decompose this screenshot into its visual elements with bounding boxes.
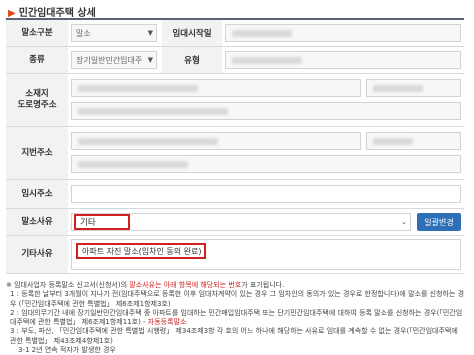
row-kind: 종류 장기일반민간임대주 ▼ 유형 [6,47,464,74]
label-lot-address: 지번주소 [6,127,68,179]
label-road-address: 소재지 도로명주소 [6,74,68,126]
kind-select[interactable]: 장기일반민간임대주 ▼ [71,51,157,69]
note-line: 1 : 등록한 날부터 3개월이 지나기 전(임대주택으로 등록한 이후 임대차… [10,290,465,308]
temp-address-field[interactable] [71,185,461,203]
label-temp-address: 임시주소 [6,180,68,208]
row-other-reason: 기타사유 아파트 자진 말소(임차인 동의 완료) [6,236,464,274]
page-title: ▶ 민간임대주택 상세 [8,4,96,19]
note-line: 2 : 임대의무기간 내에 장기일반민간임대주택 중 아파트를 임대하는 민간매… [10,308,463,327]
label-house-type: 유형 [162,47,222,73]
lot-address-extra-field[interactable] [71,155,461,173]
notes-section: ※ 임대사업자 등록말소 신고서(신청서)의 말소사유는 아래 항목에 해당되는… [6,281,466,355]
redacted-value [373,138,413,145]
redacted-value [232,57,302,64]
label-rental-start: 임대시작일 [162,20,222,46]
chevron-down-icon: ▼ [147,29,153,37]
label-cancel-type: 말소구분 [6,20,68,46]
redacted-value [78,85,198,92]
road-address-field[interactable] [71,79,361,97]
chevron-down-icon: ▼ [147,56,153,64]
redacted-value [232,30,292,37]
row-reason: 말소사유 기타 ⌄ 일괄변경 [6,209,464,236]
detail-panel: 말소구분 말소 ▼ 임대시작일 종류 장기일반민간임대주 ▼ 유형 소재지 도로… [6,18,464,274]
row-road-address: 소재지 도로명주소 [6,74,464,127]
reason-select[interactable]: 기타 ⌄ [71,213,411,231]
label-kind: 종류 [6,47,68,73]
reason-value: 기타 [74,214,130,230]
bulk-change-button[interactable]: 일괄변경 [417,213,461,231]
rental-start-field[interactable] [225,24,461,42]
cancel-type-value: 말소 [76,28,91,38]
chevron-down-icon: ⌄ [401,218,407,226]
redacted-value [78,161,188,168]
cancel-type-select[interactable]: 말소 ▼ [71,24,157,42]
lot-address-field[interactable] [71,132,361,150]
row-lot-address: 지번주소 [6,127,464,180]
house-type-field[interactable] [225,51,461,69]
note-line: 3 : 부도, 파산, 「민간임대주택에 관한 특별법 시행령」 제34조제3항… [10,327,458,345]
note-line: ※ 임대사업자 등록말소 신고서(신청서)의 말소사유는 아래 항목에 해당되는… [6,281,285,289]
kind-value: 장기일반민간임대주 [76,55,143,65]
row-temp-address: 임시주소 [6,180,464,209]
label-reason: 말소사유 [6,209,68,235]
label-other-reason: 기타사유 [6,236,68,273]
road-address-detail-field[interactable] [366,79,461,97]
other-reason-value: 아파트 자진 말소(임차인 동의 완료) [76,243,206,259]
note-line: 3-1 2년 연속 적자가 발생한 경우 [18,346,116,355]
row-cancel-type: 말소구분 말소 ▼ 임대시작일 [6,20,464,47]
redacted-value [78,138,218,145]
other-reason-textarea[interactable]: 아파트 자진 말소(임차인 동의 완료) [71,239,461,270]
redacted-value [373,85,423,92]
lot-address-detail-field[interactable] [366,132,461,150]
redacted-value [78,108,228,115]
road-address-extra-field[interactable] [71,102,461,120]
